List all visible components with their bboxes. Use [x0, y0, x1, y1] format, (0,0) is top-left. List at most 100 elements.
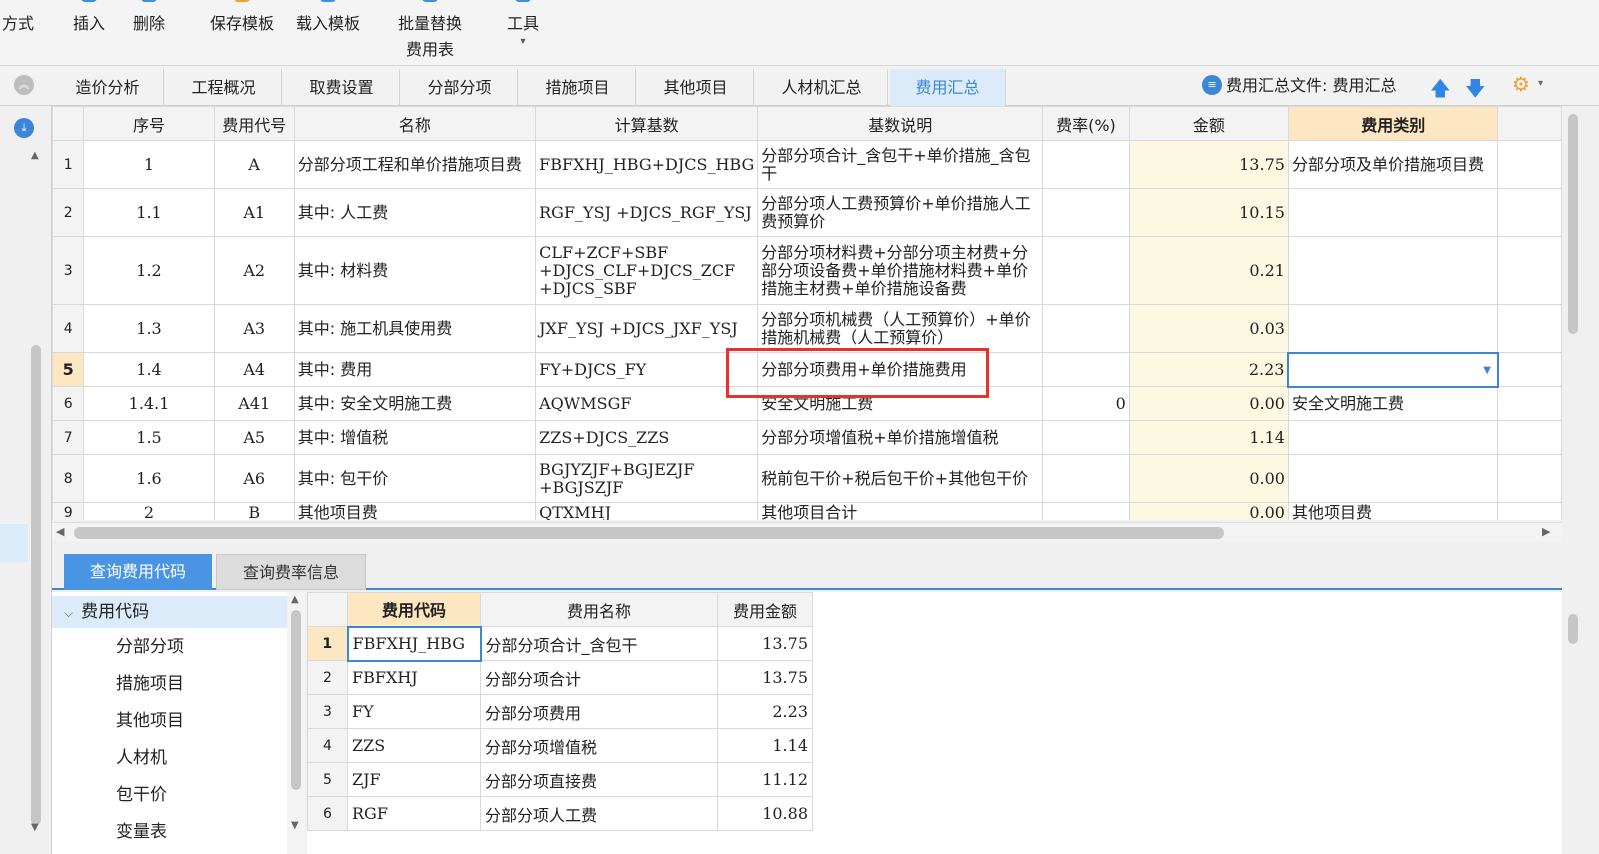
- category-cell[interactable]: [1287, 304, 1499, 353]
- name-cell[interactable]: 分部分项合计_含包干: [480, 626, 718, 661]
- code-cell[interactable]: B: [213, 502, 295, 520]
- table-row[interactable]: 3 FY 分部分项费用 2.23: [307, 694, 813, 729]
- tools-button[interactable]: 工具 ▾: [498, 0, 548, 62]
- base-cell[interactable]: CLF+ZCF+SBF +DJCS_CLF+DJCS_ZCF +DJCS_SBF: [535, 236, 759, 305]
- category-cell[interactable]: 其他项目费: [1287, 502, 1499, 520]
- base-cell[interactable]: QTXMHJ: [535, 502, 759, 520]
- amount-cell[interactable]: 0.21: [1128, 236, 1289, 305]
- rate-cell[interactable]: [1042, 188, 1130, 237]
- scroll-down-icon[interactable]: ▼: [31, 822, 39, 833]
- header-name[interactable]: 名称: [293, 106, 537, 141]
- rate-cell[interactable]: [1042, 304, 1130, 353]
- code-cell[interactable]: A6: [213, 454, 295, 503]
- horizontal-scroll-thumb[interactable]: [74, 527, 1224, 539]
- horizontal-scrollbar[interactable]: ◀ ▶: [52, 522, 1562, 542]
- table-row[interactable]: 6 1.4.1 A41 其中: 安全文明施工费 AQWMSGF 安全文明施工费 0 0.00 安…: [52, 386, 1562, 421]
- tab-fee-settings[interactable]: 取费设置: [284, 69, 400, 106]
- seq-cell[interactable]: 1.5: [83, 420, 215, 455]
- name-cell[interactable]: 分部分项费用: [480, 694, 718, 729]
- tab-project-overview[interactable]: 工程概况: [166, 69, 282, 106]
- scroll-right-icon[interactable]: ▶: [1542, 525, 1550, 538]
- table-row[interactable]: 3 1.2 A2 其中: 材料费 CLF+ZCF+SBF +DJCS_CLF+DJCS_…: [52, 236, 1562, 305]
- delete-button[interactable]: 删除: [124, 0, 174, 62]
- table-row[interactable]: 5 ZJF 分部分项直接费 11.12: [307, 762, 813, 797]
- blank-cell[interactable]: [1497, 420, 1562, 455]
- code-header-code[interactable]: 费用代码: [347, 592, 481, 627]
- tab-query-rate-info[interactable]: 查询费率信息: [216, 554, 366, 590]
- settings-caret-icon[interactable]: ▾: [1538, 78, 1543, 89]
- scroll-up-icon[interactable]: ▲: [31, 150, 39, 161]
- right-scroll-thumb-bottom[interactable]: [1568, 614, 1578, 644]
- category-cell[interactable]: 安全文明施工费: [1287, 386, 1499, 421]
- category-cell[interactable]: [1287, 420, 1499, 455]
- code-cell[interactable]: ZZS: [347, 728, 481, 763]
- base-cell[interactable]: JXF_YSJ +DJCS_JXF_YSJ: [535, 304, 759, 353]
- tree-item-lump-sum[interactable]: 包干价: [116, 778, 167, 812]
- name-cell[interactable]: 其中: 费用: [293, 352, 537, 387]
- name-cell[interactable]: 其中: 增值税: [293, 420, 537, 455]
- mode-button[interactable]: 方式: [0, 0, 42, 62]
- table-row[interactable]: 4 1.3 A3 其中: 施工机具使用费 JXF_YSJ +DJCS_JXF_YSJ 分部…: [52, 304, 1562, 353]
- code-cell[interactable]: ZJF: [347, 762, 481, 797]
- seq-cell[interactable]: 1.4.1: [83, 386, 215, 421]
- move-down-icon[interactable]: 🡇: [1465, 74, 1486, 108]
- tab-query-fee-code[interactable]: 查询费用代码: [64, 554, 212, 590]
- amount-cell[interactable]: 0.00: [1128, 386, 1289, 421]
- rate-cell[interactable]: [1042, 420, 1130, 455]
- name-cell[interactable]: 其中: 安全文明施工费: [293, 386, 537, 421]
- table-row[interactable]: 9 2 B 其他项目费 QTXMHJ 其他项目合计 0.00 其他项目费: [52, 502, 1562, 520]
- base-cell[interactable]: FBFXHJ_HBG+DJCS_HBG: [535, 140, 759, 189]
- blank-cell[interactable]: [1497, 188, 1562, 237]
- table-row[interactable]: 8 1.6 A6 其中: 包干价 BGJYZJF+BGJEZJF +BGJSZJF 税前包…: [52, 454, 1562, 503]
- desc-cell[interactable]: 分部分项人工费预算价+单价措施人工费预算价: [757, 188, 1044, 237]
- blank-cell[interactable]: [1497, 502, 1562, 520]
- amount-cell[interactable]: 13.75: [1128, 140, 1289, 189]
- category-dropdown-icon[interactable]: ▼: [1483, 362, 1491, 380]
- settings-icon[interactable]: ⚙: [1512, 72, 1530, 96]
- code-cell[interactable]: A: [213, 140, 295, 189]
- tree-item-other[interactable]: 其他项目: [116, 704, 184, 738]
- code-cell[interactable]: A3: [213, 304, 295, 353]
- name-cell[interactable]: 分部分项直接费: [480, 762, 718, 797]
- rate-cell[interactable]: [1042, 140, 1130, 189]
- tree-scroll-up-icon[interactable]: ▲: [291, 594, 299, 605]
- desc-cell[interactable]: 分部分项费用+单价措施费用: [757, 352, 1044, 387]
- header-seq[interactable]: 序号: [83, 106, 215, 141]
- table-row[interactable]: 7 1.5 A5 其中: 增值税 ZZS+DJCS_ZZS 分部分项增值税+单价措施增值税…: [52, 420, 1562, 455]
- seq-cell[interactable]: 1.3: [83, 304, 215, 353]
- name-cell[interactable]: 其中: 施工机具使用费: [293, 304, 537, 353]
- desc-cell[interactable]: 税前包干价+税后包干价+其他包干价: [757, 454, 1044, 503]
- code-cell[interactable]: A4: [213, 352, 295, 387]
- tab-other-items[interactable]: 其他项目: [638, 69, 754, 106]
- amount-cell[interactable]: 11.12: [717, 762, 813, 797]
- code-cell[interactable]: FY: [347, 694, 481, 729]
- tab-sub-items[interactable]: 分部分项: [402, 69, 518, 106]
- category-cell[interactable]: [1287, 236, 1499, 305]
- header-code[interactable]: 费用代号: [213, 106, 295, 141]
- table-row[interactable]: 5 1.4 A4 其中: 费用 FY+DJCS_FY 分部分项费用+单价措施费用 2.23 ▼: [52, 351, 1562, 388]
- tab-fee-summary[interactable]: 费用汇总: [890, 69, 1006, 106]
- desc-cell[interactable]: 安全文明施工费: [757, 386, 1044, 421]
- batch-replace-button[interactable]: 批量替换 费用表: [390, 0, 470, 62]
- category-cell[interactable]: [1287, 454, 1499, 503]
- base-cell[interactable]: BGJYZJF+BGJEZJF +BGJSZJF: [535, 454, 759, 503]
- header-base[interactable]: 计算基数: [535, 106, 759, 141]
- tab-cost-analysis[interactable]: 造价分析: [52, 69, 164, 106]
- table-row[interactable]: 2 FBFXHJ 分部分项合计 13.75: [307, 660, 813, 695]
- amount-cell[interactable]: 0.03: [1128, 304, 1289, 353]
- name-cell[interactable]: 其他项目费: [293, 502, 537, 520]
- category-cell[interactable]: ▼: [1287, 351, 1499, 388]
- chevron-down-icon[interactable]: ⌵: [64, 606, 73, 620]
- category-cell[interactable]: [1287, 188, 1499, 237]
- desc-cell[interactable]: 分部分项机械费（人工预算价）+单价措施机械费（人工预算价）: [757, 304, 1044, 353]
- name-cell[interactable]: 分部分项工程和单价措施项目费: [293, 140, 537, 189]
- desc-cell[interactable]: 分部分项材料费+分部分项主材费+分部分项设备费+单价措施材料费+单价措施主材费+…: [757, 236, 1044, 305]
- amount-cell[interactable]: 13.75: [717, 626, 813, 661]
- expand-down-icon[interactable]: ⤓: [14, 118, 34, 138]
- name-cell[interactable]: 分部分项合计: [480, 660, 718, 695]
- tree-scrollbar[interactable]: ▲ ▼: [287, 592, 305, 854]
- code-cell[interactable]: A41: [213, 386, 295, 421]
- rate-cell[interactable]: [1042, 454, 1130, 503]
- tree-scroll-thumb[interactable]: [291, 610, 301, 790]
- name-cell[interactable]: 分部分项人工费: [480, 796, 718, 831]
